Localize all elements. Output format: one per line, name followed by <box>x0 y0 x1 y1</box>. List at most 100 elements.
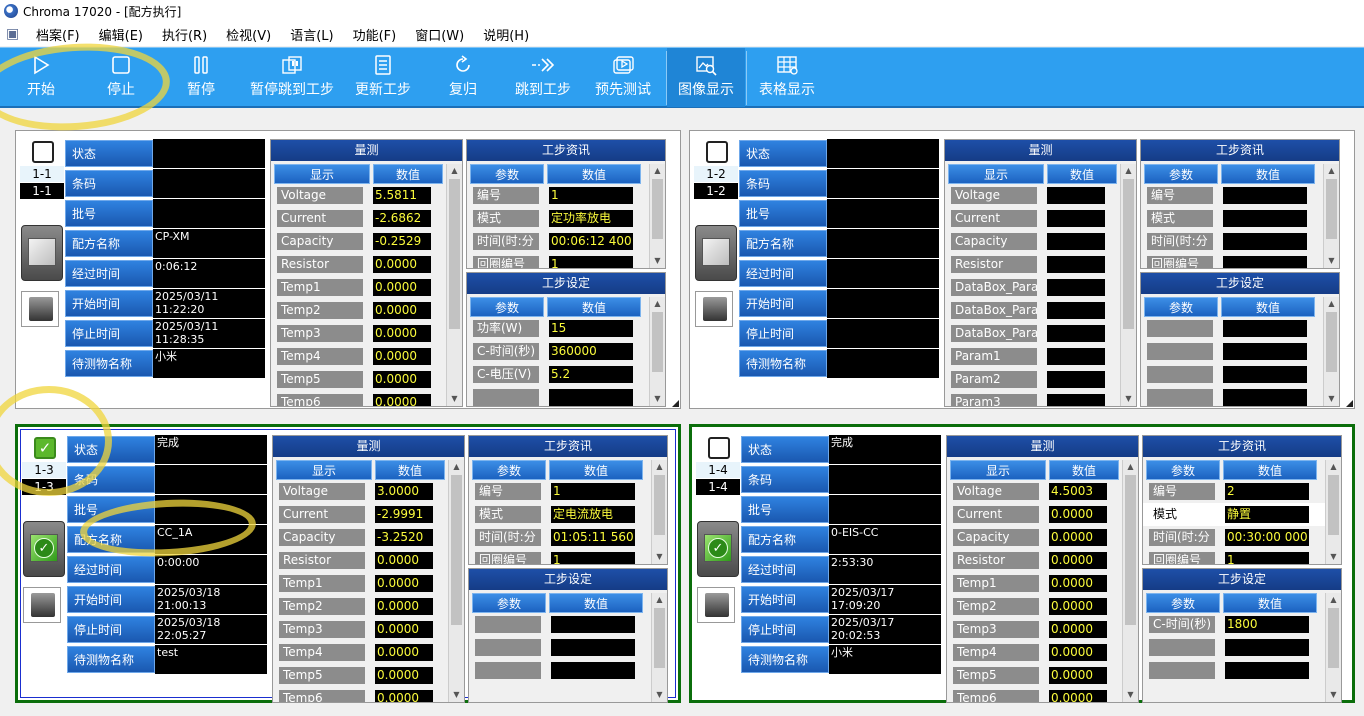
step-setting-row[interactable] <box>1141 386 1339 406</box>
jump-step-button[interactable]: 跳到工步 <box>510 48 576 107</box>
device-monitor-icon[interactable] <box>23 587 61 623</box>
scroll-up-icon[interactable]: ▲ <box>652 593 667 607</box>
start-button[interactable]: 开始 <box>6 48 76 107</box>
scroll-down-icon[interactable]: ▼ <box>652 688 667 702</box>
scroll-up-icon[interactable]: ▲ <box>447 164 462 178</box>
measure-name: Temp5 <box>279 667 365 684</box>
step-info-row[interactable]: 回圈编号 1 <box>467 253 665 268</box>
document-menu-icon[interactable]: ▣ <box>6 26 24 42</box>
measurement-scrollbar[interactable]: ▲ ▼ <box>1120 164 1136 406</box>
channel-checkbox[interactable] <box>706 141 728 163</box>
menu-help[interactable]: 说明(H) <box>483 25 529 44</box>
update-step-button[interactable]: 更新工步 <box>350 48 416 107</box>
step-setting-row[interactable] <box>467 386 665 406</box>
menu-run[interactable]: 执行(R) <box>162 25 207 44</box>
menu-language[interactable]: 语言(L) <box>290 25 333 44</box>
scroll-up-icon[interactable]: ▲ <box>650 297 665 311</box>
step-info-scrollbar[interactable]: ▲ ▼ <box>651 460 667 564</box>
resize-grip-icon[interactable] <box>672 400 679 407</box>
scroll-down-icon[interactable]: ▼ <box>650 254 665 268</box>
measurement-scrollbar[interactable]: ▲ ▼ <box>1122 460 1138 702</box>
scroll-up-icon[interactable]: ▲ <box>650 164 665 178</box>
pretest-button[interactable]: 预先测试 <box>588 48 658 107</box>
scroll-down-icon[interactable]: ▼ <box>652 550 667 564</box>
step-setting-scrollbar[interactable]: ▲ ▼ <box>649 297 665 406</box>
step-setting-scrollbar[interactable]: ▲ ▼ <box>1325 593 1341 702</box>
scroll-down-icon[interactable]: ▼ <box>447 392 462 406</box>
scroll-down-icon[interactable]: ▼ <box>1123 688 1138 702</box>
step-info-row[interactable]: 模式 静置 <box>1143 503 1329 526</box>
step-setting-row[interactable] <box>469 659 667 682</box>
menu-view[interactable]: 检视(V) <box>226 25 271 44</box>
step-setting-row[interactable]: C-时间(秒) 1800 <box>1143 613 1341 636</box>
resize-grip-icon[interactable] <box>1346 400 1353 407</box>
channel-checkbox[interactable] <box>32 141 54 163</box>
step-info-row[interactable]: 时间(时:分 00:30:00 000 <box>1143 526 1341 549</box>
scroll-down-icon[interactable]: ▼ <box>1326 688 1341 702</box>
measure-value <box>1047 348 1105 365</box>
scroll-down-icon[interactable]: ▼ <box>1121 392 1136 406</box>
step-info-row[interactable]: 模式 定电流放电 <box>469 503 667 526</box>
step-info-scrollbar[interactable]: ▲ ▼ <box>1323 164 1339 268</box>
step-setting-row[interactable] <box>1141 363 1339 386</box>
scroll-down-icon[interactable]: ▼ <box>1326 550 1341 564</box>
scroll-down-icon[interactable]: ▼ <box>449 688 464 702</box>
step-info-row[interactable]: 编号 <box>1141 184 1339 207</box>
scroll-down-icon[interactable]: ▼ <box>1324 254 1339 268</box>
step-setting-row[interactable] <box>1143 659 1341 682</box>
step-setting-row[interactable] <box>469 613 667 636</box>
step-info-scrollbar[interactable]: ▲ ▼ <box>649 164 665 268</box>
step-setting-row[interactable] <box>1143 636 1341 659</box>
scroll-up-icon[interactable]: ▲ <box>449 460 464 474</box>
step-info-row[interactable]: 模式 <box>1141 207 1339 230</box>
step-info-row[interactable]: 时间(时:分 <box>1141 230 1339 253</box>
step-info-row[interactable]: 回圈编号 1 <box>469 549 667 564</box>
scroll-up-icon[interactable]: ▲ <box>1324 164 1339 178</box>
pause-button[interactable]: 暂停 <box>166 48 236 107</box>
step-setting-row[interactable]: C-电压(V) 5.2 <box>467 363 665 386</box>
step-setting-scrollbar[interactable]: ▲ ▼ <box>651 593 667 702</box>
measurement-scrollbar[interactable]: ▲ ▼ <box>446 164 462 406</box>
menu-function[interactable]: 功能(F) <box>353 25 397 44</box>
scroll-up-icon[interactable]: ▲ <box>652 460 667 474</box>
scroll-up-icon[interactable]: ▲ <box>1326 460 1341 474</box>
device-monitor-icon[interactable] <box>21 291 59 327</box>
device-monitor-icon[interactable] <box>695 291 733 327</box>
step-info-row[interactable]: 时间(时:分 01:05:11 560 <box>469 526 667 549</box>
menu-file[interactable]: 档案(F) <box>36 25 80 44</box>
channel-checkbox[interactable] <box>708 437 730 459</box>
scroll-up-icon[interactable]: ▲ <box>1326 593 1341 607</box>
scroll-up-icon[interactable]: ▲ <box>1324 297 1339 311</box>
pause-jump-step-button[interactable]: 暂停跳到工步 <box>246 48 338 107</box>
step-info-scrollbar[interactable]: ▲ ▼ <box>1325 460 1341 564</box>
step-setting-row[interactable] <box>1141 340 1339 363</box>
step-setting-row[interactable]: C-时间(秒) 360000 <box>467 340 665 363</box>
step-setting-row[interactable] <box>469 636 667 659</box>
resume-button[interactable]: 复归 <box>430 48 496 107</box>
step-setting-row[interactable]: 功率(W) 15 <box>467 317 665 340</box>
step-info-row[interactable]: 回圈编号 1 <box>1143 549 1341 564</box>
table-view-button[interactable]: 表格显示 <box>748 48 826 107</box>
menu-window[interactable]: 窗口(W) <box>415 25 464 44</box>
step-info-row[interactable]: 编号 1 <box>467 184 665 207</box>
step-info-row[interactable]: 时间(时:分 00:06:12 400 <box>467 230 665 253</box>
measure-name: Temp1 <box>279 575 365 592</box>
measurement-scrollbar[interactable]: ▲ ▼ <box>448 460 464 702</box>
step-info-row[interactable]: 模式 定功率放电 <box>467 207 665 230</box>
channel-checkbox[interactable]: ✓ <box>34 437 56 459</box>
step-info-row[interactable]: 编号 2 <box>1143 480 1341 503</box>
stop-button[interactable]: 停止 <box>86 48 156 107</box>
scroll-up-icon[interactable]: ▲ <box>1121 164 1136 178</box>
step-setting-scrollbar[interactable]: ▲ ▼ <box>1323 297 1339 406</box>
step-setting-row[interactable] <box>1141 317 1339 340</box>
scroll-up-icon[interactable]: ▲ <box>1123 460 1138 474</box>
graph-view-button[interactable]: 图像显示 <box>667 48 745 107</box>
menu-edit[interactable]: 编辑(E) <box>99 25 143 44</box>
scroll-down-icon[interactable]: ▼ <box>650 392 665 406</box>
device-monitor-icon[interactable] <box>697 587 735 623</box>
step-info-table: 工步资讯 参数 数值 编号 模式 时间(时:分 回圈编号 ▲ ▼ <box>1140 139 1340 269</box>
step-setting-value <box>549 389 633 406</box>
step-info-row[interactable]: 回圈编号 <box>1141 253 1339 268</box>
scroll-down-icon[interactable]: ▼ <box>1324 392 1339 406</box>
step-info-row[interactable]: 编号 1 <box>469 480 667 503</box>
